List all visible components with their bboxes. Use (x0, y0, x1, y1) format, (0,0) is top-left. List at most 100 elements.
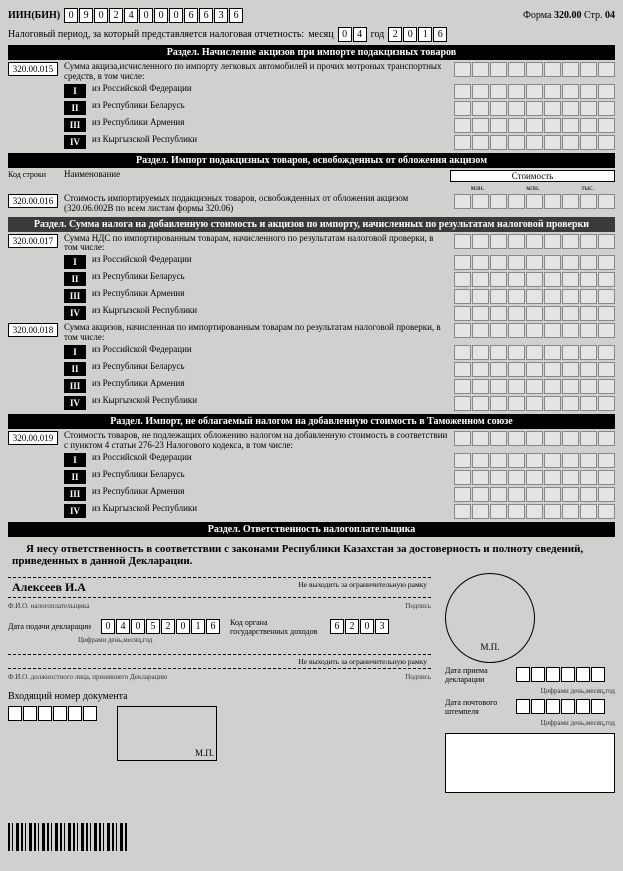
amount-cell[interactable] (580, 118, 597, 133)
amount-cell[interactable] (508, 306, 525, 321)
amount-cell[interactable] (508, 255, 525, 270)
amount-cell[interactable] (454, 362, 471, 377)
amount-cell[interactable] (508, 345, 525, 360)
amount-cell[interactable] (580, 255, 597, 270)
amount-cell[interactable] (526, 135, 543, 150)
amount-cell[interactable] (562, 84, 579, 99)
amount-cell[interactable] (454, 396, 471, 411)
amount-cell[interactable] (526, 379, 543, 394)
amount-cell[interactable] (562, 504, 579, 519)
amount-cell[interactable] (562, 118, 579, 133)
amount-cell[interactable] (490, 362, 507, 377)
amount-cell[interactable] (490, 289, 507, 304)
amount-cell[interactable] (580, 101, 597, 116)
amount-cell[interactable] (454, 504, 471, 519)
amount-cell[interactable] (526, 362, 543, 377)
amount-cell[interactable] (562, 453, 579, 468)
amount-cell[interactable] (472, 470, 489, 485)
iin-d[interactable]: 6 (199, 8, 213, 23)
amount-cell[interactable] (598, 306, 615, 321)
amount-cell[interactable] (544, 289, 561, 304)
amount-cell[interactable] (544, 379, 561, 394)
amount-cell[interactable] (598, 470, 615, 485)
year-d[interactable]: 6 (433, 27, 447, 42)
month-d[interactable]: 4 (353, 27, 367, 42)
iin-d[interactable]: 6 (184, 8, 198, 23)
amount-cell[interactable] (544, 84, 561, 99)
amount-cell[interactable] (508, 487, 525, 502)
amount-cell[interactable] (544, 101, 561, 116)
amount-cell[interactable] (472, 272, 489, 287)
amount-cell[interactable] (580, 362, 597, 377)
year-d[interactable]: 1 (418, 27, 432, 42)
amount-cell[interactable] (472, 289, 489, 304)
iin-d[interactable]: 6 (229, 8, 243, 23)
amount-cell[interactable] (598, 453, 615, 468)
iin-d[interactable]: 2 (109, 8, 123, 23)
amount-cell[interactable] (544, 272, 561, 287)
amount-cell[interactable] (490, 487, 507, 502)
amount-cell[interactable] (454, 135, 471, 150)
amount-cell[interactable] (562, 487, 579, 502)
amount-cell[interactable] (580, 453, 597, 468)
amount-cell[interactable] (472, 118, 489, 133)
amount-cell[interactable] (526, 289, 543, 304)
amount-cell[interactable] (526, 396, 543, 411)
amount-cell[interactable] (544, 453, 561, 468)
amount-cell[interactable] (598, 345, 615, 360)
iin-d[interactable]: 0 (169, 8, 183, 23)
amount-cell[interactable] (580, 487, 597, 502)
amount-cell[interactable] (490, 118, 507, 133)
amount-cell[interactable] (490, 379, 507, 394)
amount-cell[interactable] (526, 255, 543, 270)
amount-cell[interactable] (490, 345, 507, 360)
amount-cell[interactable] (490, 84, 507, 99)
amount-cell[interactable] (562, 289, 579, 304)
amount-cell[interactable] (472, 84, 489, 99)
amount-cell[interactable] (526, 345, 543, 360)
amount-cell[interactable] (562, 272, 579, 287)
amount-cell[interactable] (598, 396, 615, 411)
amount-cell[interactable] (544, 255, 561, 270)
amount-cell[interactable] (526, 504, 543, 519)
amount-cell[interactable] (526, 306, 543, 321)
amount-cell[interactable] (454, 470, 471, 485)
amount-cell[interactable] (490, 272, 507, 287)
amount-cell[interactable] (454, 487, 471, 502)
iin-d[interactable]: 9 (79, 8, 93, 23)
amount-cell[interactable] (580, 135, 597, 150)
amount-cell[interactable] (580, 289, 597, 304)
amount-cell[interactable] (454, 272, 471, 287)
amount-cell[interactable] (490, 255, 507, 270)
amount-cell[interactable] (526, 453, 543, 468)
amount-cell[interactable] (472, 345, 489, 360)
amount-cell[interactable] (508, 135, 525, 150)
amount-cell[interactable] (526, 272, 543, 287)
amount-cell[interactable] (598, 272, 615, 287)
amount-cell[interactable] (508, 362, 525, 377)
amount-cell[interactable] (580, 84, 597, 99)
iin-d[interactable]: 3 (214, 8, 228, 23)
amount-cell[interactable] (580, 396, 597, 411)
amount-cell[interactable] (598, 504, 615, 519)
amount-cell[interactable] (544, 135, 561, 150)
amount-cell[interactable] (508, 379, 525, 394)
iin-d[interactable]: 0 (154, 8, 168, 23)
amount-cell[interactable] (580, 504, 597, 519)
amount-cell[interactable] (490, 504, 507, 519)
amount-cell[interactable] (526, 84, 543, 99)
amount-cell[interactable] (508, 84, 525, 99)
amount-cell[interactable] (598, 255, 615, 270)
amount-cell[interactable] (562, 470, 579, 485)
amount-cell[interactable] (454, 306, 471, 321)
amount-cell[interactable] (508, 396, 525, 411)
amount-cell[interactable] (454, 289, 471, 304)
amount-cell[interactable] (562, 135, 579, 150)
amount-cell[interactable] (544, 504, 561, 519)
amount-cell[interactable] (598, 487, 615, 502)
amount-cell[interactable] (472, 504, 489, 519)
amount-cell[interactable] (454, 101, 471, 116)
year-d[interactable]: 2 (388, 27, 402, 42)
amount-cell[interactable] (490, 306, 507, 321)
amount-cell[interactable] (454, 453, 471, 468)
